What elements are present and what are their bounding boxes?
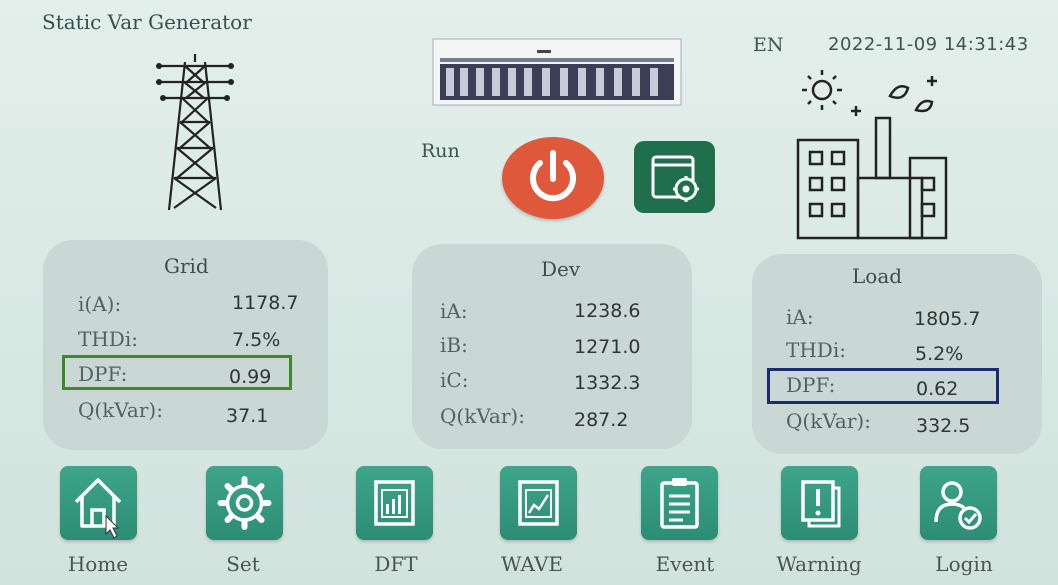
window-gear-icon [651,155,699,202]
language-selector[interactable]: EN [753,34,784,56]
dev-ic-label: iC: [440,368,469,392]
dev-ia-value: 1238.6 [574,300,641,322]
load-q-value: 332.5 [916,415,971,437]
nav-dft-button[interactable] [356,466,433,540]
gear-icon [217,476,272,530]
nav-dft-label: DFT [374,552,418,576]
grid-current-value: 1178.7 [232,292,299,314]
grid-current-label: i(A): [78,292,122,316]
grid-thdi-value: 7.5% [232,329,281,351]
load-dpf-value: 0.62 [916,378,959,400]
grid-panel-title: Grid [164,254,209,278]
clipboard-icon [660,478,699,529]
load-panel-title: Load [852,264,903,288]
grid-dpf-label: DPF: [78,362,128,386]
alert-icon [801,480,841,528]
load-dpf-label: DPF: [786,373,836,397]
nav-login-button[interactable] [920,466,997,540]
line-chart-icon [518,480,559,526]
dev-q-label: Q(kVar): [440,404,525,428]
load-ia-label: iA: [786,305,814,329]
dev-ib-label: iB: [440,333,468,357]
factory-icon [796,70,948,240]
nav-wave-label: WAVE [500,552,564,576]
nav-login-label: Login [935,552,993,576]
load-thdi-value: 5.2% [915,343,964,365]
svg-main-screen: Static Var Generator EN 2022-11-09 14:31… [0,0,1058,585]
bar-chart-icon [374,480,415,526]
load-ia-value: 1805.7 [914,308,981,330]
power-button[interactable] [502,137,604,219]
device-cabinet-image [432,38,682,106]
nav-warning-button[interactable] [781,466,858,540]
load-thdi-label: THDi: [786,338,846,362]
nav-set-label: Set [226,552,260,576]
user-check-icon [934,481,982,530]
dev-ic-value: 1332.3 [574,372,641,394]
dev-ib-value: 1271.0 [574,336,641,358]
nav-event-label: Event [655,552,715,576]
datetime-display: 2022-11-09 14:31:43 [828,34,1029,55]
system-settings-button[interactable] [634,141,715,213]
nav-warning-label: Warning [776,552,862,576]
dev-ia-label: iA: [440,299,468,323]
nav-wave-button[interactable] [500,466,577,540]
dev-panel-title: Dev [541,257,581,281]
grid-dpf-value: 0.99 [229,366,272,388]
grid-q-value: 37.1 [226,405,269,427]
run-status-label: Run [421,140,460,162]
grid-q-label: Q(kVar): [78,398,163,422]
nav-home-button[interactable] [60,466,137,540]
load-q-label: Q(kVar): [786,409,871,433]
nav-set-button[interactable] [206,466,283,540]
nav-home-label: Home [67,552,129,576]
grid-thdi-label: THDi: [78,327,138,351]
dev-q-value: 287.2 [574,409,629,431]
app-title: Static Var Generator [42,10,252,34]
transmission-tower-icon [156,54,234,211]
home-icon [74,478,122,539]
nav-event-button[interactable] [641,466,718,540]
power-icon [530,150,576,202]
